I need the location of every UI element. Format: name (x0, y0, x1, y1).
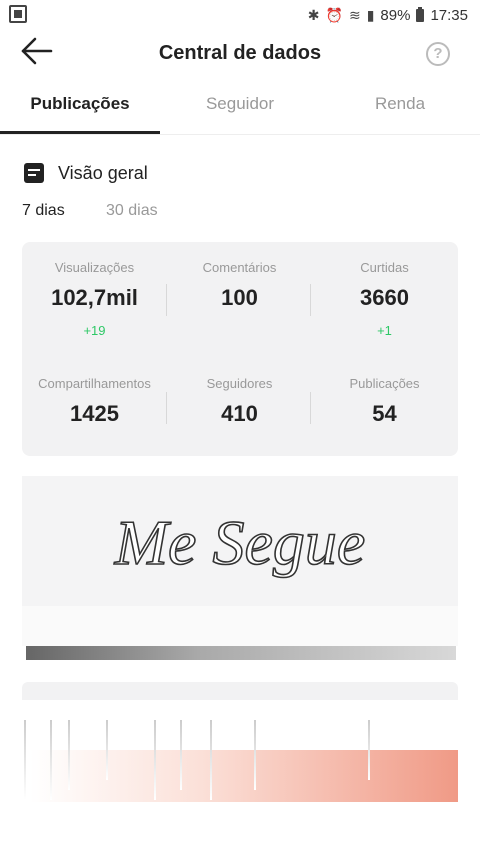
stat-value: 3660 (360, 285, 409, 310)
stat-comentarios: Comentários 100 (167, 260, 312, 311)
stat-label: Seguidores (206, 376, 273, 391)
glitch-line (254, 720, 256, 790)
page-title: Central de dados (158, 42, 322, 64)
tab-publicacoes[interactable]: Publicações (0, 82, 160, 134)
stat-label: Comentários (202, 260, 277, 275)
tab-seguidor[interactable]: Seguidor (160, 82, 320, 134)
tab-bar: Publicações Seguidor Renda (0, 82, 480, 135)
stat-delta: +1 (377, 323, 392, 338)
stat-value: 1425 (70, 401, 119, 426)
stat-label: Curtidas (360, 260, 409, 275)
app-notification-icon (9, 5, 27, 23)
overlay-banner: Me Segue (22, 476, 458, 606)
tab-renda[interactable]: Renda (320, 82, 480, 134)
active-tab-indicator (0, 131, 160, 134)
question-icon: ? (433, 45, 443, 62)
bluetooth-icon: ✱ (307, 6, 320, 23)
stat-value: 54 (372, 401, 397, 426)
battery-percent: 89% (380, 6, 411, 24)
glitch-line (24, 720, 26, 800)
app-header: Central de dados ? (0, 30, 480, 80)
stat-value: 100 (221, 285, 258, 310)
gradient-bar (26, 646, 456, 660)
stat-label: Compartilhamentos (38, 376, 151, 391)
glitch-line (180, 720, 182, 790)
wifi-icon: ≋ (348, 6, 361, 23)
help-button[interactable]: ? (426, 42, 450, 66)
status-bar: ✱ ⏰ ≋ ▮ 89% 17:35 (0, 0, 480, 30)
stat-compartilhamentos: Compartilhamentos 1425 (22, 376, 167, 427)
stat-visualizacoes: Visualizações 102,7mil +19 (22, 260, 167, 338)
range-7-days[interactable]: 7 dias (22, 202, 65, 220)
stat-seguidores: Seguidores 410 (167, 376, 312, 427)
glitch-line (106, 720, 108, 780)
status-icons: ✱ ⏰ ≋ ▮ 89% 17:35 (308, 5, 468, 25)
overview-title: Visão geral (58, 162, 148, 183)
document-icon (24, 163, 44, 183)
divider (310, 392, 311, 424)
stat-curtidas: Curtidas 3660 +1 (312, 260, 457, 338)
banner-graphic: Me Segue (113, 506, 366, 579)
stat-publicacoes: Publicações 54 (312, 376, 457, 427)
battery-icon (416, 6, 425, 22)
stat-delta: +19 (83, 323, 106, 338)
stat-value: 410 (221, 401, 258, 426)
glitch-line (154, 720, 156, 800)
glitch-line (210, 720, 212, 800)
glitch-line (368, 720, 370, 780)
alarm-icon: ⏰ (325, 6, 343, 23)
banner-text: Me Segue (114, 507, 366, 578)
progress-gradient-bar (30, 750, 458, 802)
stats-card: Visualizações 102,7mil +19 Comentários 1… (22, 242, 458, 456)
glitch-line (68, 720, 70, 790)
overview-header: Visão geral (24, 160, 148, 186)
divider (310, 284, 311, 316)
glitch-line (50, 720, 52, 800)
clock: 17:35 (430, 6, 468, 24)
stat-value: 102,7mil (51, 285, 138, 310)
range-30-days[interactable]: 30 dias (106, 202, 158, 220)
signal-icon: ▮ (366, 6, 375, 23)
stat-label: Publicações (349, 376, 420, 391)
banner-band (22, 606, 458, 646)
stat-label: Visualizações (54, 260, 135, 275)
